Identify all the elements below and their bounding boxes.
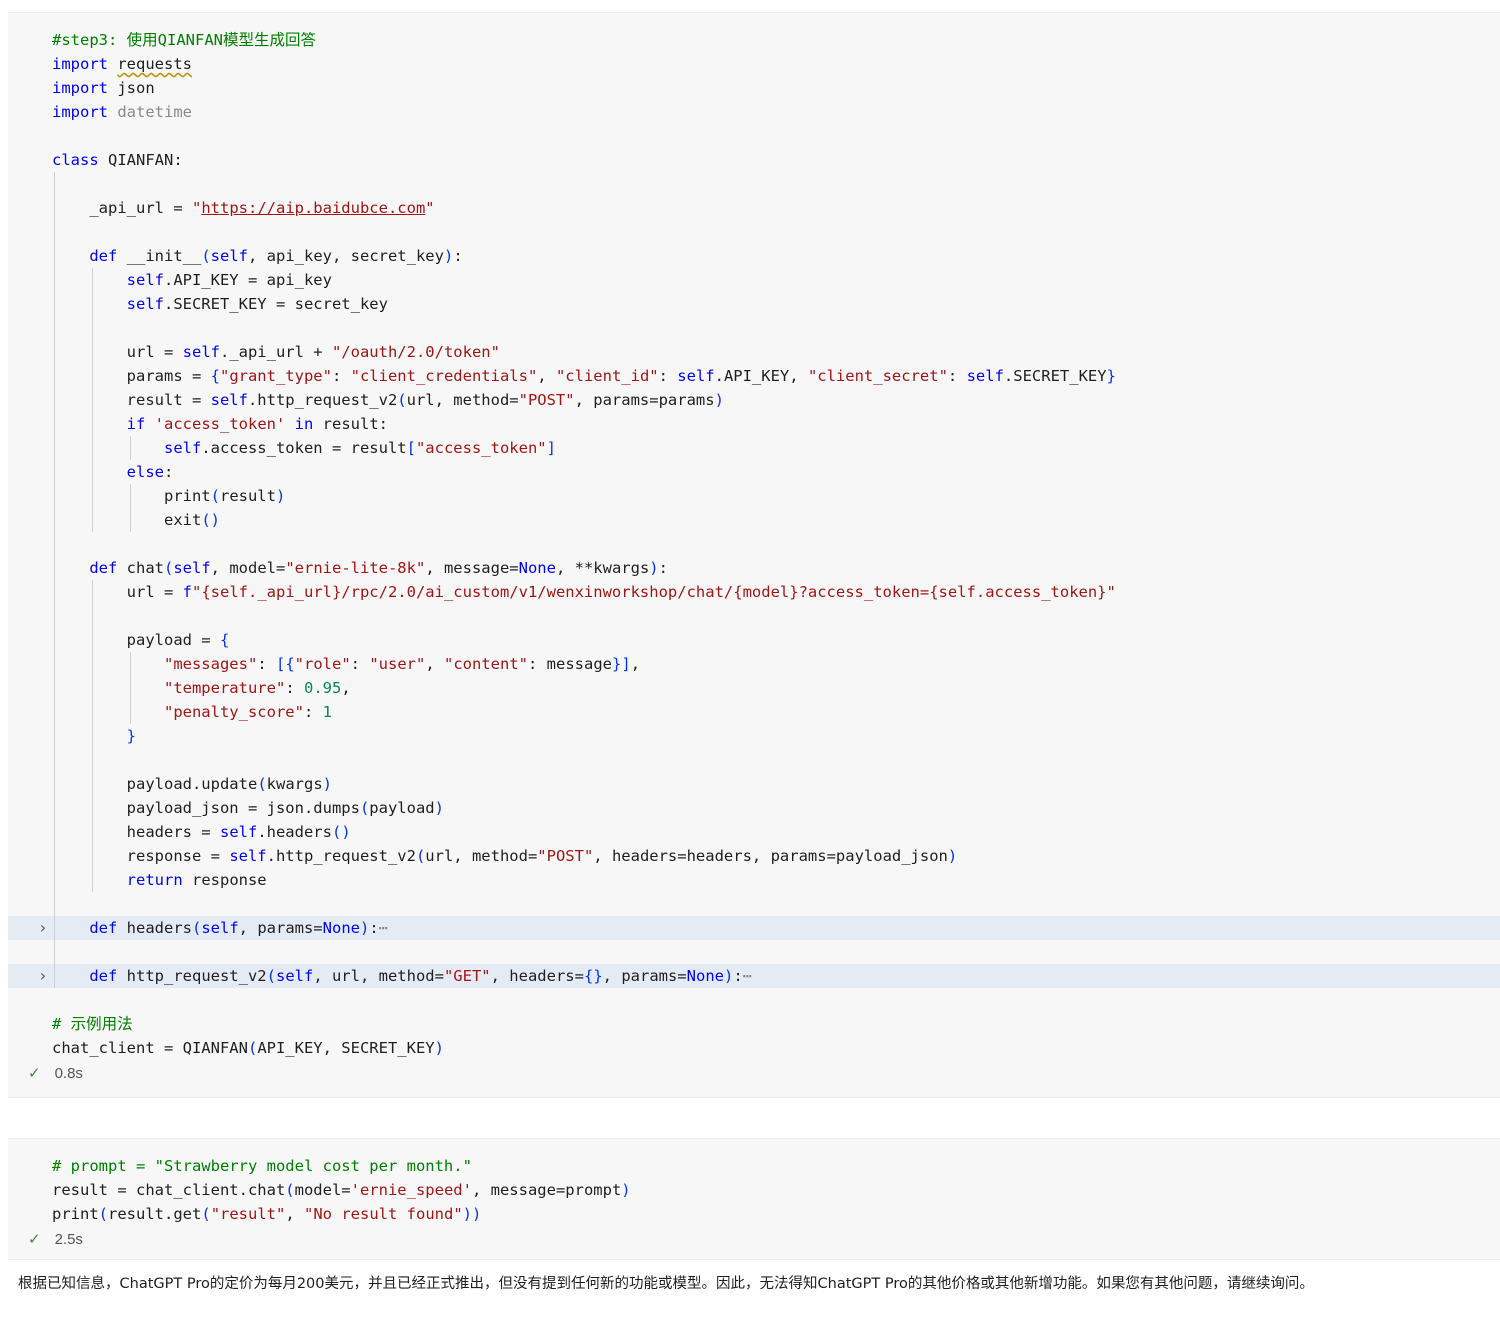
code-line[interactable]: # 示例用法 — [8, 1012, 1500, 1036]
code-text: url = self._api_url + "/oauth/2.0/token" — [52, 343, 500, 361]
code-line[interactable] — [8, 940, 1500, 964]
code-text: url = f"{self._api_url}/rpc/2.0/ai_custo… — [52, 583, 1116, 601]
cell-2-output: 根据已知信息，ChatGPT Pro的定价为每月200美元，并且已经正式推出，但… — [18, 1276, 1314, 1292]
code-line[interactable]: self.API_KEY = api_key — [8, 268, 1500, 292]
code-line[interactable]: "messages": [{"role": "user", "content":… — [8, 652, 1500, 676]
code-text: self.access_token = result["access_token… — [163, 439, 556, 457]
code-text: else: — [126, 463, 174, 481]
code-line[interactable]: def __init__(self, api_key, secret_key): — [8, 244, 1500, 268]
code-text: _api_url = "https://aip.baidubce.com" — [52, 199, 435, 217]
code-line[interactable]: else: — [8, 460, 1500, 484]
code-cell-1[interactable]: #step3: 使用QIANFAN模型生成回答 import requests im… — [8, 12, 1500, 1098]
code-text: import datetime — [52, 103, 192, 121]
code-text: chat_client = QIANFAN(API_KEY, SECRET_KE… — [52, 1039, 444, 1057]
code-line[interactable]: _api_url = "https://aip.baidubce.com" — [8, 196, 1500, 220]
indent-guide — [92, 580, 93, 892]
code-text: import json — [52, 79, 155, 97]
code-line[interactable] — [8, 532, 1500, 556]
execution-status: ✓ 2.5s — [28, 1228, 83, 1250]
code-cell-2[interactable]: # prompt = "Strawberry model cost per mo… — [8, 1138, 1500, 1260]
indent-guide — [130, 436, 131, 460]
indent-guide — [130, 484, 131, 532]
code-line[interactable]: class QIANFAN: — [8, 148, 1500, 172]
chevron-right-icon[interactable]: › — [36, 916, 50, 940]
code-line[interactable]: › def headers(self, params=None):⋯ — [8, 916, 1500, 940]
code-text: return response — [126, 871, 267, 889]
code-line[interactable]: import json — [8, 76, 1500, 100]
check-icon: ✓ — [28, 1230, 41, 1248]
code-line[interactable]: return response — [8, 868, 1500, 892]
code-text: # prompt = "Strawberry model cost per mo… — [52, 1157, 472, 1175]
indent-guide — [92, 268, 93, 532]
code-line[interactable]: def chat(self, model="ernie-lite-8k", me… — [8, 556, 1500, 580]
execution-status: ✓ 0.8s — [28, 1062, 83, 1084]
code-line[interactable]: "penalty_score": 1 — [8, 700, 1500, 724]
code-text: def headers(self, params=None):⋯ — [89, 919, 389, 937]
code-text: "temperature": 0.95, — [163, 679, 351, 697]
code-line[interactable]: payload_json = json.dumps(payload) — [8, 796, 1500, 820]
code-line[interactable] — [8, 748, 1500, 772]
code-line[interactable]: "temperature": 0.95, — [8, 676, 1500, 700]
code-text: self.SECRET_KEY = secret_key — [126, 295, 388, 313]
code-line[interactable]: headers = self.headers() — [8, 820, 1500, 844]
code-line[interactable]: result = chat_client.chat(model='ernie_s… — [8, 1178, 1500, 1202]
code-line[interactable] — [8, 892, 1500, 916]
code-line[interactable] — [8, 172, 1500, 196]
code-text: def http_request_v2(self, url, method="G… — [89, 967, 753, 985]
code-line[interactable] — [8, 220, 1500, 244]
code-line[interactable]: } — [8, 724, 1500, 748]
code-line[interactable]: params = {"grant_type": "client_credenti… — [8, 364, 1500, 388]
code-line[interactable]: if 'access_token' in result: — [8, 412, 1500, 436]
code-line[interactable]: payload = { — [8, 628, 1500, 652]
execution-time: 2.5s — [54, 1231, 83, 1248]
code-line[interactable]: self.SECRET_KEY = secret_key — [8, 292, 1500, 316]
code-text: print(result) — [52, 487, 286, 505]
code-line[interactable]: print(result.get("result", "No result fo… — [8, 1202, 1500, 1226]
code-line[interactable]: #step3: 使用QIANFAN模型生成回答 — [8, 28, 1500, 52]
code-text: } — [126, 727, 136, 745]
execution-time: 0.8s — [54, 1065, 83, 1082]
code-line[interactable] — [8, 316, 1500, 340]
code-line[interactable]: print(result) — [8, 484, 1500, 508]
code-text: # 示例用法 — [52, 1015, 133, 1033]
code-text: class QIANFAN: — [52, 151, 183, 169]
code-text: print(result.get("result", "No result fo… — [52, 1205, 482, 1223]
code-line[interactable] — [8, 604, 1500, 628]
code-text: exit() — [52, 511, 220, 529]
code-text: "penalty_score": 1 — [163, 703, 332, 721]
code-text: def __init__(self, api_key, secret_key): — [89, 247, 463, 265]
code-line[interactable]: response = self.http_request_v2(url, met… — [8, 844, 1500, 868]
code-text: params = {"grant_type": "client_credenti… — [52, 367, 1116, 385]
code-text: result = self.http_request_v2(url, metho… — [52, 391, 724, 409]
indent-guide — [130, 652, 131, 724]
code-text: self.API_KEY = api_key — [126, 271, 332, 289]
code-text: headers = self.headers() — [52, 823, 351, 841]
code-line[interactable]: self.access_token = result["access_token… — [8, 436, 1500, 460]
code-line[interactable]: exit() — [8, 508, 1500, 532]
code-line[interactable]: result = self.http_request_v2(url, metho… — [8, 388, 1500, 412]
code-text: result = chat_client.chat(model='ernie_s… — [52, 1181, 631, 1199]
code-line[interactable]: # prompt = "Strawberry model cost per mo… — [8, 1154, 1500, 1178]
code-text: def chat(self, model="ernie-lite-8k", me… — [89, 559, 668, 577]
code-text: "messages": [{"role": "user", "content":… — [163, 655, 641, 673]
code-text: payload_json = json.dumps(payload) — [52, 799, 444, 817]
code-line[interactable]: import datetime — [8, 100, 1500, 124]
code-line[interactable] — [8, 988, 1500, 1012]
code-line[interactable] — [8, 124, 1500, 148]
code-text: import requests — [52, 55, 192, 73]
code-line[interactable]: import requests — [8, 52, 1500, 76]
code-line[interactable]: url = f"{self._api_url}/rpc/2.0/ai_custo… — [8, 580, 1500, 604]
code-line[interactable]: chat_client = QIANFAN(API_KEY, SECRET_KE… — [8, 1036, 1500, 1060]
code-text: response = self.http_request_v2(url, met… — [52, 847, 958, 865]
indent-guide — [54, 172, 55, 988]
check-icon: ✓ — [28, 1064, 41, 1082]
code-text: if 'access_token' in result: — [126, 415, 388, 433]
code-text: payload.update(kwargs) — [52, 775, 332, 793]
code-line[interactable]: payload.update(kwargs) — [8, 772, 1500, 796]
code-line[interactable]: url = self._api_url + "/oauth/2.0/token" — [8, 340, 1500, 364]
code-text: #step3: 使用QIANFAN模型生成回答 — [52, 31, 316, 49]
code-text: payload = { — [52, 631, 230, 649]
chevron-right-icon[interactable]: › — [36, 964, 50, 988]
code-line[interactable]: › def http_request_v2(self, url, method=… — [8, 964, 1500, 988]
